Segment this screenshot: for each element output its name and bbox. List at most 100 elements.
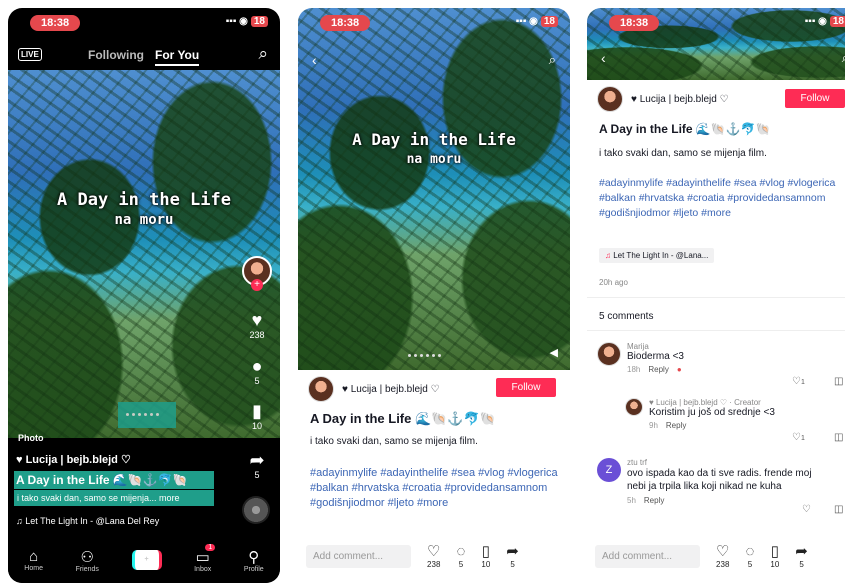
like-button[interactable]: ♥ 238 — [242, 310, 272, 340]
creator-avatar-button[interactable]: + — [242, 256, 272, 291]
follow-button[interactable]: Follow — [496, 378, 556, 397]
comment-like-button[interactable]: ♡1 — [792, 432, 805, 443]
back-arrow-icon[interactable]: ‹ — [601, 50, 606, 66]
comment-text: Koristim ju još od srednje <3 — [649, 407, 775, 418]
search-icon[interactable]: ⌕ — [258, 44, 268, 64]
nav-home-label: Home — [24, 565, 43, 572]
follow-plus-icon[interactable]: + — [251, 279, 263, 291]
search-icon[interactable]: ⌕ — [549, 52, 556, 68]
save-button[interactable]: ▯ 10 — [770, 543, 779, 569]
comments-count-title: 5 comments — [599, 311, 654, 322]
save-button[interactable]: ▮ 10 — [242, 401, 272, 431]
comment-icon: ◌ — [456, 543, 466, 560]
like-button[interactable]: ♡ 238 — [427, 543, 440, 569]
creator-name[interactable]: ♥ Lucija | bejb.blejd ♡ — [342, 384, 440, 395]
tab-for-you[interactable]: For You — [155, 48, 200, 66]
divider — [587, 297, 845, 298]
back-arrow-icon[interactable]: ‹ — [312, 52, 317, 68]
commenter-avatar[interactable]: Z — [597, 458, 621, 482]
status-time: 18:38 — [320, 15, 371, 31]
share-button[interactable]: ➦ 5 — [506, 543, 519, 569]
post-description: i tako svaki dan, samo se mijenja film. — [599, 148, 767, 159]
friends-icon: ⚇ — [80, 548, 94, 566]
overlay-subtitle: na moru — [406, 152, 462, 167]
tab-following[interactable]: Following — [88, 48, 144, 62]
post-photo[interactable] — [298, 8, 570, 370]
commenter-name[interactable]: ztu trf — [627, 458, 817, 467]
music-chip[interactable]: ♫ Let The Light In - @Lana... — [599, 248, 715, 263]
share-count: 5 — [799, 560, 804, 569]
overlay-title: A Day in the Life — [57, 190, 231, 210]
nav-inbox[interactable]: ▭ Inbox 1 — [194, 543, 216, 573]
profile-icon: ⚲ — [248, 548, 260, 566]
create-button[interactable]: + — [131, 550, 162, 570]
share-icon: ➦ — [795, 543, 808, 560]
post-description: i tako svaki dan, samo se mijenja film. — [310, 436, 478, 447]
creator-liked-icon: ● — [676, 365, 682, 374]
hashtags[interactable]: #adayinmylife #adayinthelife #sea #vlog … — [310, 466, 558, 511]
hashtags[interactable]: #adayinmylife #adayinthelife #sea #vlog … — [599, 176, 845, 221]
reply-item: ♥ Lucija | bejb.blejd ♡ · Creator Korist… — [625, 398, 845, 443]
reply-button[interactable]: Reply — [648, 365, 668, 374]
commenter-name[interactable]: ♥ Lucija | bejb.blejd ♡ · Creator — [649, 398, 845, 407]
music-label[interactable]: ♫ Let The Light In - @Lana Del Rey — [16, 516, 159, 526]
share-count: 5 — [254, 470, 260, 480]
reply-button[interactable]: Reply — [666, 421, 686, 430]
caption-title: A Day in the Life 🌊🐚⚓🐬🐚 — [14, 471, 214, 489]
add-comment-input[interactable]: Add comment... — [306, 544, 411, 568]
comment-like-button[interactable]: ♡ — [802, 504, 811, 515]
post-title: A Day in the Life 🌊🐚⚓🐬🐚 — [310, 411, 496, 426]
commenter-name[interactable]: Marija — [627, 342, 845, 351]
comment-button[interactable]: ◌ 5 — [745, 543, 754, 569]
share-button[interactable]: ➦ 5 — [242, 450, 272, 480]
comment-text: Bioderma <3 — [627, 351, 684, 362]
username[interactable]: ♥ Lucija | bejb.blejd ♡ — [16, 453, 131, 466]
creator-avatar[interactable] — [308, 376, 334, 402]
comment-like-count: 1 — [800, 435, 805, 442]
music-disc[interactable] — [242, 496, 272, 524]
like-button[interactable]: ♡ 238 — [716, 543, 729, 569]
phone-comments-screen: 18:38 ▪▪▪ ◉18 ‹ ⌕ ♥ Lucija | bejb.blejd … — [587, 8, 845, 583]
comment-count: 5 — [458, 560, 464, 569]
comment-dislike-icon[interactable]: ◫ — [834, 504, 843, 515]
follow-button[interactable]: Follow — [785, 89, 845, 108]
overlay-title: A Day in the Life — [352, 130, 516, 149]
nav-profile-label: Profile — [243, 565, 264, 573]
post-photo[interactable] — [8, 70, 280, 438]
comment-dislike-icon[interactable]: ◫ — [834, 376, 843, 387]
creator-avatar[interactable] — [597, 86, 623, 112]
carousel-dots — [408, 354, 441, 357]
comment-icon: ◌ — [745, 543, 755, 560]
commenter-avatar[interactable] — [597, 342, 621, 366]
share-icon: ➦ — [506, 543, 519, 560]
status-time: 18:38 — [30, 15, 81, 31]
nav-home[interactable]: ⌂ Home — [24, 548, 43, 572]
comment-time: 9h — [649, 421, 658, 430]
live-icon[interactable]: LIVE — [18, 48, 42, 61]
comment-button[interactable]: ● 5 — [242, 356, 272, 386]
comment-count: 5 — [254, 376, 260, 386]
caption-text[interactable]: i tako svaki dan, samo se mijenja... mor… — [14, 490, 214, 506]
comment-time: 18h — [627, 365, 641, 374]
like-count: 238 — [716, 560, 730, 569]
commenter-avatar[interactable] — [625, 398, 643, 416]
battery-indicator: 18 — [250, 16, 268, 27]
heart-icon: ♡ — [716, 543, 730, 560]
comment-dislike-icon[interactable]: ◫ — [834, 432, 843, 443]
creator-row: ♥ Lucija | bejb.blejd ♡ — [308, 376, 440, 402]
comment-like-button[interactable]: ♡1 — [792, 376, 805, 387]
add-comment-input[interactable]: Add comment... — [595, 544, 700, 568]
comment-like-count: 1 — [800, 379, 805, 386]
creator-name[interactable]: ♥ Lucija | bejb.blejd ♡ — [631, 94, 729, 105]
nav-friends[interactable]: ⚇ Friends — [76, 548, 99, 573]
save-button[interactable]: ▯ 10 — [481, 543, 490, 569]
volume-icon[interactable]: ◀ — [550, 346, 558, 359]
share-button[interactable]: ➦ 5 — [795, 543, 808, 569]
phone-post-screen: 18:38 ▪▪▪ ◉ 18 ‹ ⌕ A Day in the Life na m… — [298, 8, 570, 583]
nav-profile[interactable]: ⚲ Profile — [244, 548, 264, 573]
comment-button[interactable]: ◌ 5 — [456, 543, 465, 569]
status-icons: ▪▪▪ ◉ 18 — [226, 16, 268, 27]
home-icon: ⌂ — [29, 548, 39, 565]
reply-button[interactable]: Reply — [644, 496, 664, 505]
divider — [587, 330, 845, 331]
